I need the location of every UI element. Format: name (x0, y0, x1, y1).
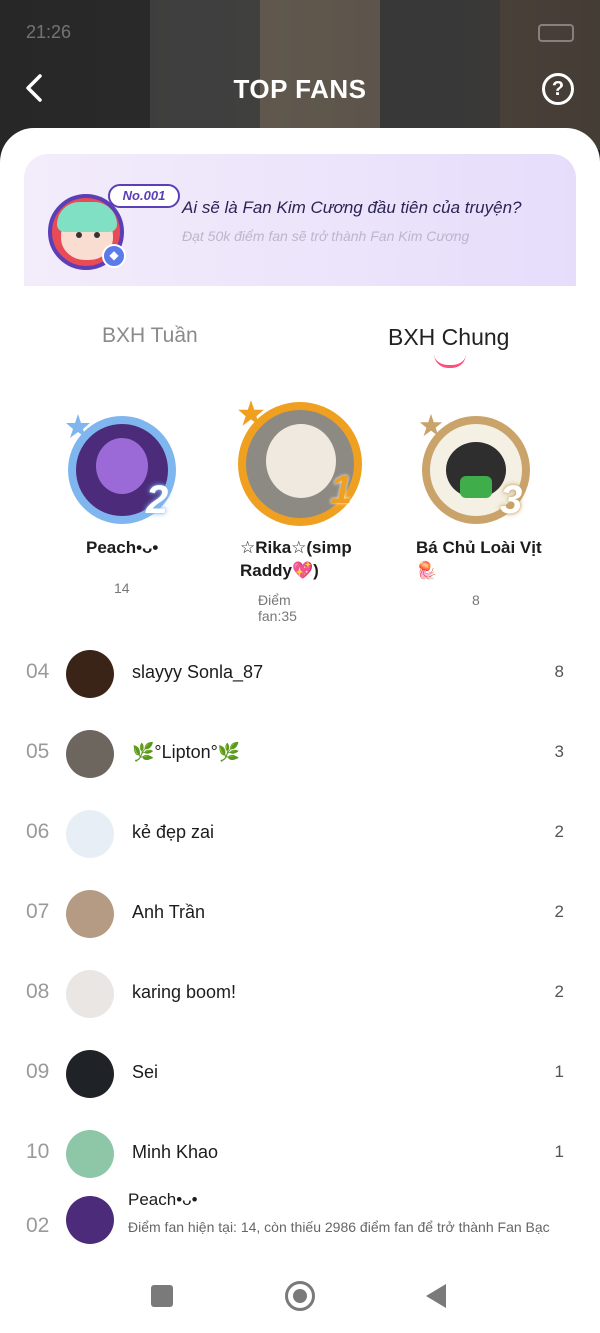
avatar (66, 970, 114, 1018)
no-001-tag: No.001 (108, 184, 180, 208)
banner-subtitle: Đạt 50k điểm fan sẽ trở thành Fan Kim Cư… (182, 228, 470, 244)
ranking-tabs: BXH Tuần BXH Chung (0, 324, 600, 374)
mascot-eye (94, 232, 100, 238)
fan-name: 🌿°Lipton°🌿 (132, 742, 241, 762)
avatar (66, 890, 114, 938)
rank-number: 07 (26, 900, 50, 923)
my-progress-text: Điểm fan hiện tại: 14, còn thiếu 2986 đi… (128, 1219, 550, 1235)
list-item[interactable]: 04 slayyy Sonla_87 8 (0, 634, 600, 714)
avatar (66, 650, 114, 698)
podium-name: ☆Rika☆(simp Raddy💖) (240, 538, 352, 580)
diamond-icon: ◆ (102, 244, 126, 268)
list-item[interactable]: 06 kẻ đẹp zai 2 (0, 794, 600, 874)
page-title: TOP FANS (233, 74, 367, 104)
content-sheet: ◆ No.001 Ai sẽ là Fan Kim Cương đầu tiên… (0, 128, 600, 1333)
podium-name: Peach•ᴗ• (86, 538, 159, 557)
recents-icon[interactable] (151, 1285, 173, 1307)
banner-title: Ai sẽ là Fan Kim Cương đầu tiên của truy… (182, 198, 522, 217)
avatar-figure (96, 438, 148, 494)
fan-name: karing boom! (132, 982, 237, 1002)
avatar (66, 730, 114, 778)
fan-score: 3 (554, 742, 564, 761)
gold-crown-icon (238, 400, 264, 426)
fan-score: 1 (554, 1062, 564, 1081)
rank-number: 06 (26, 820, 50, 843)
silver-crown-icon (66, 414, 90, 438)
battery-icon (538, 24, 574, 42)
rank-2-badge: 2 (146, 478, 169, 522)
my-rank-row[interactable]: 02 Peach•ᴗ• Điểm fan hiện tại: 14, còn t… (0, 1188, 600, 1258)
avatar (66, 1050, 114, 1098)
fan-score: 1 (554, 1142, 564, 1161)
rank-number: 04 (26, 660, 50, 683)
rank-number: 02 (26, 1214, 50, 1237)
fan-name: Anh Trần (132, 902, 206, 922)
system-nav-bar (0, 1258, 600, 1333)
help-icon[interactable]: ? (542, 73, 574, 105)
list-item[interactable]: 08 karing boom! 2 (0, 954, 600, 1034)
fan-score: 2 (554, 822, 564, 841)
my-name: Peach•ᴗ• (128, 1190, 198, 1209)
tab-weekly[interactable]: BXH Tuần (102, 324, 198, 348)
list-item[interactable]: 05 🌿°Lipton°🌿 3 (0, 714, 600, 794)
rank-number: 08 (26, 980, 50, 1003)
podium-name: Bá Chủ Loài Vịt 🪼 (416, 538, 542, 580)
rank-number: 09 (26, 1060, 50, 1083)
avatar (66, 810, 114, 858)
fan-name: Minh Khao (132, 1142, 219, 1162)
diamond-fan-banner[interactable]: ◆ No.001 Ai sẽ là Fan Kim Cương đầu tiên… (24, 154, 576, 286)
home-icon[interactable] (285, 1281, 315, 1311)
list-item[interactable]: 10 Minh Khao 1 (0, 1114, 600, 1194)
active-tab-indicator (434, 354, 466, 368)
rank-1-badge: 1 (330, 468, 353, 512)
fan-name: Sei (132, 1062, 159, 1082)
avatar (66, 1196, 114, 1244)
list-item[interactable]: 09 Sei 1 (0, 1034, 600, 1114)
avatar-detail (460, 476, 492, 498)
status-time: 21:26 (26, 22, 72, 42)
mascot-hair (57, 202, 117, 232)
podium-score: 8 (472, 592, 480, 608)
fan-name: kẻ đẹp zai (132, 822, 215, 842)
avatar-dog (266, 424, 336, 498)
rank-number: 10 (26, 1140, 50, 1163)
rank-number: 05 (26, 740, 50, 763)
avatar (66, 1130, 114, 1178)
podium-score: Điểm fan:35 (258, 592, 297, 624)
fan-name: slayyy Sonla_87 (132, 662, 264, 682)
fan-score: 8 (554, 662, 564, 681)
podium-score: 14 (114, 580, 130, 596)
mascot-eye (76, 232, 82, 238)
tab-overall[interactable]: BXH Chung (388, 324, 509, 351)
fan-score: 2 (554, 902, 564, 921)
fan-score: 2 (554, 982, 564, 1001)
back-icon[interactable] (426, 1284, 446, 1308)
bronze-crown-icon (419, 413, 443, 437)
rank-3-badge: 3 (500, 478, 523, 522)
list-item[interactable]: 07 Anh Trần 2 (0, 874, 600, 954)
